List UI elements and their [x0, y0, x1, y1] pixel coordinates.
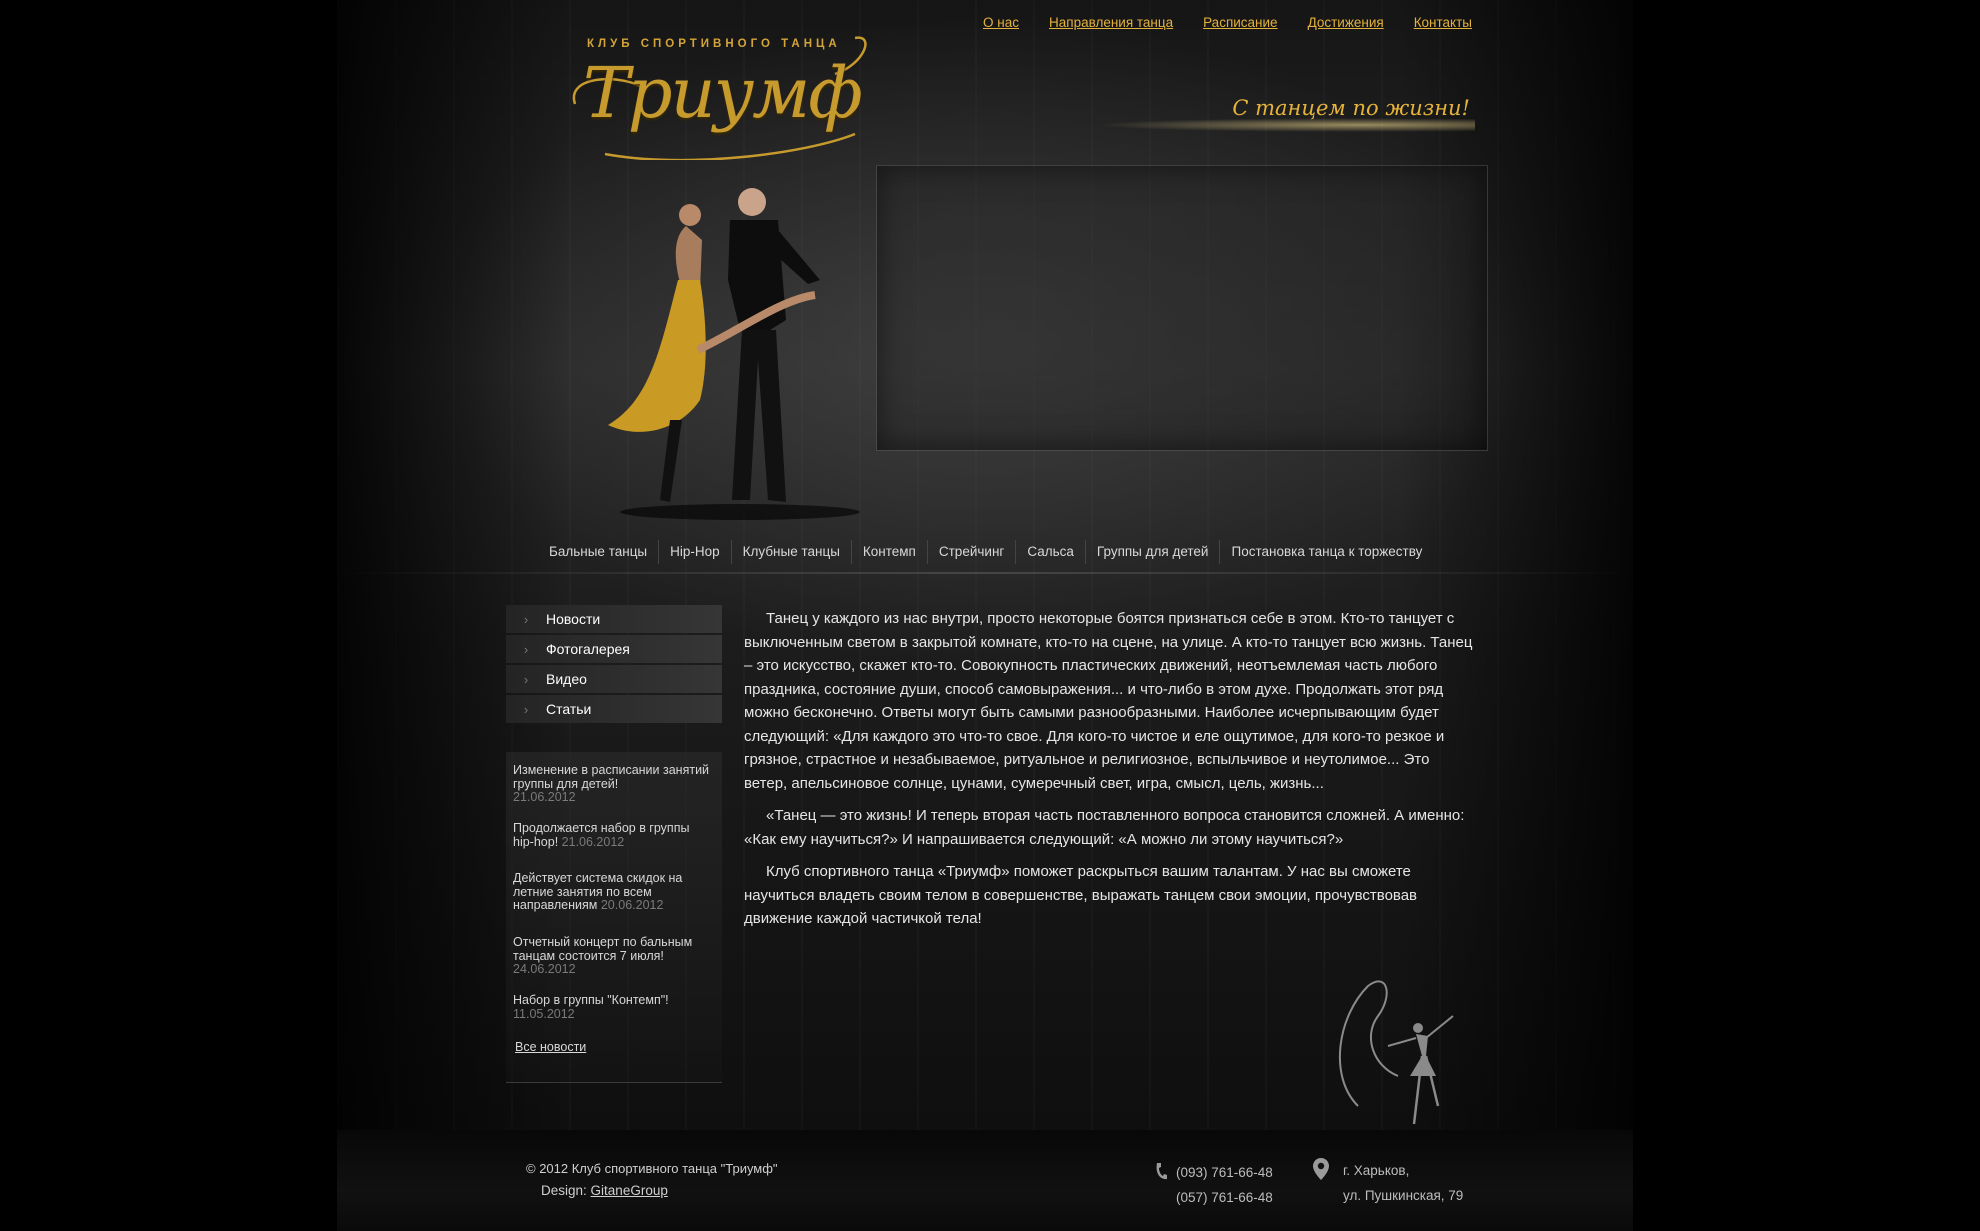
nav-contacts[interactable]: Контакты	[1414, 15, 1472, 30]
dance-contemp[interactable]: Контемп	[850, 540, 927, 564]
top-nav: О нас Направления танца Расписание Дости…	[983, 15, 1472, 30]
chevron-right-icon: ›	[523, 641, 529, 657]
logo-title: Триумф	[583, 52, 863, 134]
map-pin-icon	[1313, 1158, 1329, 1180]
address-city: г. Харьков,	[1343, 1163, 1410, 1178]
news-title[interactable]: Набор в группы "Контемп"!	[513, 993, 669, 1007]
paragraph: «Танец — это жизнь! И теперь вторая част…	[744, 807, 1465, 848]
slogan: С танцем по жизни!	[1232, 96, 1470, 120]
sidebar-item-articles[interactable]: › Статьи	[506, 695, 722, 723]
nav-schedule[interactable]: Расписание	[1203, 15, 1277, 30]
dance-wedding[interactable]: Постановка танца к торжеству	[1219, 540, 1433, 564]
paragraph: Танец у каждого из нас внутри, просто не…	[744, 610, 1473, 792]
address-street: ул. Пушкинская, 79	[1343, 1188, 1464, 1203]
news-date: 21.06.2012	[561, 834, 625, 849]
divider	[337, 572, 1633, 574]
news-date: 21.06.2012	[513, 790, 576, 804]
copyright: © 2012 Клуб спортивного танца "Триумф"	[526, 1161, 778, 1176]
dance-club[interactable]: Клубные танцы	[730, 540, 851, 564]
dance-salsa[interactable]: Сальса	[1015, 540, 1085, 564]
sidebar-item-label: Фотогалерея	[546, 641, 630, 657]
phone-1: (093) 761-66-48	[1176, 1165, 1273, 1180]
sidebar-item-label: Видео	[546, 671, 587, 687]
news-item: Действует система скидок на летние занят…	[513, 871, 713, 913]
news-item: Продолжается набор в группы hip-hop! 21.…	[513, 821, 713, 849]
news-date: 11.05.2012	[513, 1006, 575, 1021]
logo[interactable]: КЛУБ СПОРТИВНОГО ТАНЦА Триумф	[565, 34, 881, 160]
news-item: Отчетный концерт по бальным танцам состо…	[513, 935, 713, 977]
dance-ballroom[interactable]: Бальные танцы	[538, 540, 658, 564]
sidebar-item-gallery[interactable]: › Фотогалерея	[506, 635, 722, 663]
news-date: 20.06.2012	[600, 898, 664, 912]
news-date: 24.06.2012	[513, 962, 576, 976]
logo-subtitle: КЛУБ СПОРТИВНОГО ТАНЦА	[587, 38, 841, 50]
dance-stretching[interactable]: Стрейчинг	[926, 540, 1015, 564]
chevron-right-icon: ›	[523, 701, 529, 717]
design-link[interactable]: GitaneGroup	[591, 1183, 668, 1198]
sidebar-item-label: Статьи	[546, 701, 592, 717]
sidebar-item-news[interactable]: › Новости	[506, 605, 722, 633]
all-news-link[interactable]: Все новости	[515, 1040, 586, 1054]
dance-kids[interactable]: Группы для детей	[1084, 540, 1220, 564]
news-title[interactable]: Отчетный концерт по бальным танцам состо…	[513, 935, 692, 963]
dancers-image	[608, 188, 860, 520]
phone-2: (057) 761-66-48	[1176, 1190, 1273, 1205]
sidebar-item-label: Новости	[546, 611, 601, 627]
slogan-glow	[1095, 118, 1475, 132]
news-item: Изменение в расписании занятий группы дл…	[513, 763, 713, 805]
phone-icon	[1156, 1163, 1167, 1180]
phones: (093) 761-66-48 (057) 761-66-48	[1176, 1160, 1273, 1210]
chevron-right-icon: ›	[523, 671, 529, 687]
dance-nav: Бальные танцы Hip-Hop Клубные танцы Конт…	[538, 534, 1433, 570]
sidebar-item-video[interactable]: › Видео	[506, 665, 722, 693]
sidebar-menu: › Новости › Фотогалерея › Видео › Статьи	[506, 605, 722, 725]
main-content: Танец у каждого из нас внутри, просто не…	[744, 607, 1474, 940]
dance-hiphop[interactable]: Hip-Hop	[658, 540, 731, 564]
paragraph: Клуб спортивного танца «Триумф» поможет …	[744, 863, 1418, 927]
address: г. Харьков, ул. Пушкинская, 79	[1343, 1158, 1463, 1208]
image-slider[interactable]	[876, 165, 1488, 451]
dancer-silhouette-icon	[1338, 980, 1454, 1125]
chevron-right-icon: ›	[523, 611, 529, 627]
news-item: Набор в группы "Контемп"! 11.05.2012	[513, 993, 713, 1021]
nav-about[interactable]: О нас	[983, 15, 1019, 30]
news-title[interactable]: Изменение в расписании занятий группы дл…	[513, 763, 709, 791]
nav-achievements[interactable]: Достижения	[1308, 15, 1384, 30]
design-label: Design:	[541, 1183, 587, 1198]
nav-directions[interactable]: Направления танца	[1049, 15, 1173, 30]
design-credit: Design: GitaneGroup	[541, 1183, 668, 1198]
